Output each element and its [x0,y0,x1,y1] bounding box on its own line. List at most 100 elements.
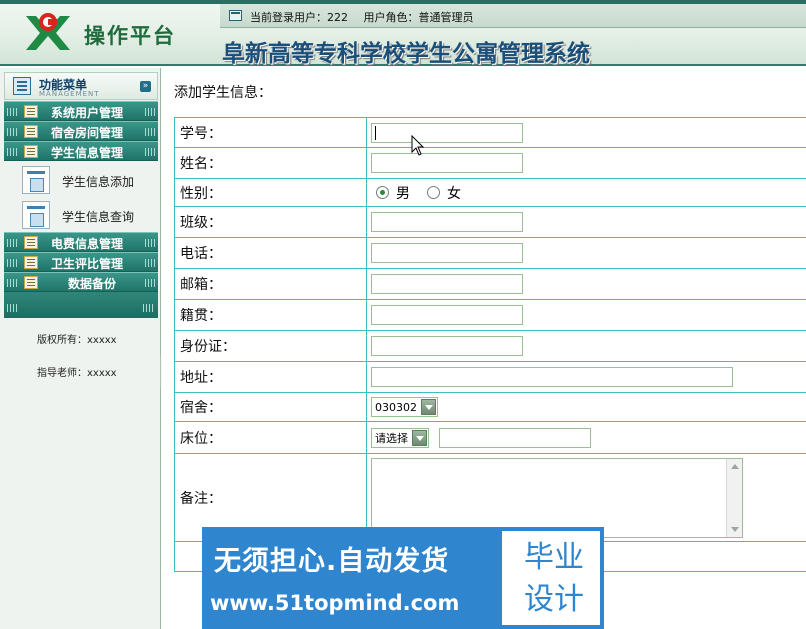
mouse-cursor-icon [411,135,425,156]
form-label: 宿舍： [174,392,367,422]
form-label: 身份证： [174,330,367,362]
folder-icon [24,276,38,289]
form-row: 地址： [174,361,806,393]
form-cell [366,206,806,238]
sidebar-item-student-info[interactable]: 学生信息管理 [4,141,158,161]
textarea-scrollbar[interactable] [726,458,742,537]
watermark-badge-line1: 毕业 [524,540,584,575]
menu-bar-decoration [145,128,155,136]
dorm-select-value: 030302 [375,400,417,414]
menu-bar-decoration [7,304,19,312]
form-cell: 030302 [366,392,806,422]
text-caret [375,125,376,140]
menu-bar-decoration [7,239,17,247]
menu-bar-decoration [145,239,155,247]
school-logo-icon [26,13,70,50]
app-header: 操作平台 当前登录用户：222 用户角色：普通管理员 阜新高等专科学校学生公寓管… [0,0,806,67]
form-label: 地址： [174,361,367,393]
form-cell [366,237,806,269]
watermark-url: www.51topmind.com [210,591,460,615]
login-info-icon [229,10,242,21]
folder-icon [24,145,38,158]
gender-radio-group: 男 女 [371,183,473,203]
form-cell [366,299,806,331]
bed-input[interactable] [438,427,591,448]
sidebar-item-hygiene[interactable]: 卫生评比管理 [4,252,158,272]
folder-icon [24,125,38,138]
sidebar-item-label: 系统用户管理 [51,106,124,120]
form-cell [366,361,806,393]
sidebar-subitem-add-student[interactable]: 学生信息添加 [22,166,158,196]
form-row: 身份证： [174,330,806,362]
watermark-badge-line2: 设计 [524,582,584,617]
gender-male-label[interactable]: 男 [396,183,410,203]
student-form: 学号： 姓名： 性别： 男 女 班级： 电话： 邮箱： 籍贯： 身份证： 地址：… [174,117,806,572]
menu-bar-decoration [145,279,155,287]
sidebar-bottom-bar [4,292,158,318]
hometown-input[interactable] [371,305,523,325]
copyright-text: 版权所有：xxxxx [37,335,117,346]
sidebar-item-label: 卫生评比管理 [51,257,124,271]
name-input[interactable] [371,153,523,173]
gender-female-radio[interactable] [427,186,440,199]
sidebar-item-label: 数据备份 [68,277,117,291]
menu-bar-decoration [145,108,155,116]
student-id-input[interactable] [371,122,523,143]
watermark-badge-text: 毕业 设计 [514,537,594,621]
menu-bar-decoration [143,304,155,312]
sidebar-item-label: 电费信息管理 [51,237,124,251]
collapse-icon[interactable]: » [140,81,151,92]
platform-title: 操作平台 [84,23,176,48]
form-label: 床位： [174,421,367,454]
bed-select[interactable]: 请选择 [371,427,429,448]
form-row: 班级： [174,206,806,238]
form-cell: 男 女 [366,178,806,207]
form-cell [366,147,806,179]
gender-female-label[interactable]: 女 [447,183,461,203]
sidebar-item-backup[interactable]: 数据备份 [4,272,158,292]
phone-input[interactable] [371,243,523,263]
form-label: 籍贯： [174,299,367,331]
sidebar-item-dorm-rooms[interactable]: 宿舍房间管理 [4,121,158,141]
sidebar-item-label: 学生信息管理 [51,146,124,160]
chevron-down-icon[interactable] [421,399,436,415]
folder-icon [24,256,38,269]
bed-select-value: 请选择 [375,431,408,445]
sidebar-item-system-users[interactable]: 系统用户管理 [4,101,158,121]
chevron-down-icon[interactable] [412,429,427,446]
folder-icon [24,105,38,118]
menu-bar-decoration [145,259,155,267]
form-row: 籍贯： [174,299,806,331]
form-label: 邮箱： [174,268,367,300]
sidebar-subitem-label: 学生信息添加 [62,175,135,189]
menu-bar-decoration [7,108,17,116]
id-card-input[interactable] [371,336,523,356]
form-row: 床位： 请选择 [174,421,806,454]
form-row: 性别： 男 女 [174,178,806,207]
class-input[interactable] [371,212,523,232]
form-row: 邮箱： [174,268,806,300]
form-row: 姓名： [174,147,806,179]
menu-bar-decoration [7,259,17,267]
form-row: 电话： [174,237,806,269]
watermark-badge: 毕业 设计 [498,527,604,629]
folder-icon [24,236,38,249]
form-label: 电话： [174,237,367,269]
advisor-text: 指导老师：xxxxx [37,368,117,379]
sidebar-subitem-query-student[interactable]: 学生信息查询 [22,201,158,231]
login-user-text: 当前登录用户：222 [250,11,348,24]
form-cell [366,117,806,148]
system-title: 阜新高等专科学校学生公寓管理系统 [222,40,590,67]
address-input[interactable] [371,367,733,387]
page-title: 添加学生信息： [174,85,272,101]
gender-male-radio[interactable] [376,186,389,199]
email-input[interactable] [371,274,523,294]
form-row: 宿舍： 030302 [174,392,806,422]
menu-subtitle: MANAGEMENT [39,90,100,98]
form-cell [366,330,806,362]
remark-textarea[interactable] [371,457,743,538]
add-student-icon [22,166,50,194]
sidebar-item-label: 宿舍房间管理 [51,126,124,140]
sidebar-item-electricity[interactable]: 电费信息管理 [4,232,158,252]
dorm-select[interactable]: 030302 [371,397,438,417]
